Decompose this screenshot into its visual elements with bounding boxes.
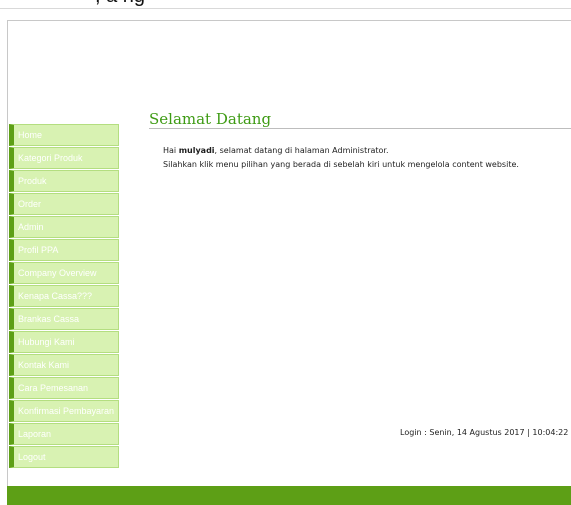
username: mulyadi: [178, 146, 215, 155]
sidebar-item-profil-ppa[interactable]: Profil PPA: [9, 239, 119, 261]
sidebar-item-cara-pemesanan[interactable]: Cara Pemesanan: [9, 377, 119, 399]
sidebar-item-kontak-kami[interactable]: Kontak Kami: [9, 354, 119, 376]
top-divider: [0, 8, 571, 9]
header-text-fragment: , a ng: [95, 0, 295, 8]
sidebar-item-admin[interactable]: Admin: [9, 216, 119, 238]
sidebar-item-home[interactable]: Home: [9, 124, 119, 146]
sidebar-item-kenapa-cassa[interactable]: Kenapa Cassa???: [9, 285, 119, 307]
greeting-prefix: Hai: [163, 146, 179, 155]
footer-bar: [7, 486, 571, 505]
sidebar-item-logout[interactable]: Logout: [9, 446, 119, 468]
sidebar-menu: Home Kategori Produk Produk Order Admin …: [9, 124, 119, 469]
title-divider: [149, 128, 571, 129]
greeting-suffix: , selamat datang di halaman Administrato…: [214, 146, 389, 155]
sidebar-item-brankas-cassa[interactable]: Brankas Cassa: [9, 308, 119, 330]
page-title: Selamat Datang: [149, 110, 272, 128]
sidebar-item-laporan[interactable]: Laporan: [9, 423, 119, 445]
sidebar-item-company-overview[interactable]: Company Overview: [9, 262, 119, 284]
greeting-line: Hai mulyadi, selamat datang di halaman A…: [163, 145, 519, 156]
sidebar-item-order[interactable]: Order: [9, 193, 119, 215]
sidebar-item-hubungi-kami[interactable]: Hubungi Kami: [9, 331, 119, 353]
instruction-text: Silahkan klik menu pilihan yang berada d…: [163, 160, 519, 169]
welcome-message: Hai mulyadi, selamat datang di halaman A…: [163, 145, 519, 173]
sidebar-item-konfirmasi-pembayaran[interactable]: Konfirmasi Pembayaran: [9, 400, 119, 422]
sidebar-item-produk[interactable]: Produk: [9, 170, 119, 192]
login-info: Login : Senin, 14 Agustus 2017 | 10:04:2…: [400, 428, 571, 437]
sidebar-item-kategori-produk[interactable]: Kategori Produk: [9, 147, 119, 169]
